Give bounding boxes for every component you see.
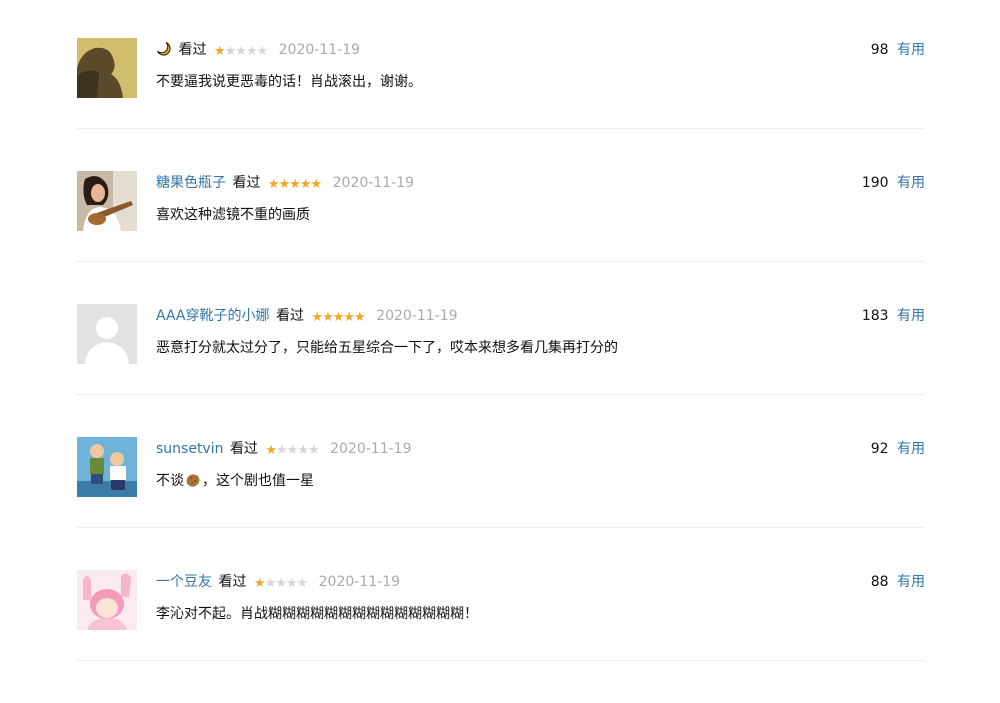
vote-area: 183 有用 xyxy=(862,306,925,326)
comment-item: 糖果色瓶子 看过 ★★★★★ 2020-11-19 190 有用 喜欢这种滤镜不… xyxy=(77,171,925,262)
star-empty-icon: ★ xyxy=(286,443,299,458)
rating-stars: ★★★★★ xyxy=(265,441,320,461)
star-filled-icon: ★ xyxy=(278,177,291,192)
star-filled-icon: ★ xyxy=(267,177,280,192)
rating-stars: ★★★★★ xyxy=(311,308,366,328)
vote-count: 190 xyxy=(861,175,889,191)
watched-status: 看过 xyxy=(229,441,258,457)
star-filled-icon: ★ xyxy=(343,310,355,325)
rating-stars: ★★★★★ xyxy=(253,574,309,594)
rating-stars: ★★★★★ xyxy=(213,42,269,62)
comment-date: 2020-11-19 xyxy=(330,441,412,457)
useful-button[interactable]: 有用 xyxy=(897,42,925,58)
comment-date: 2020-11-19 xyxy=(318,574,401,590)
comment-item: 看过 ★★★★★ 2020-11-19 98 有用 不要逼我说更恶毒的话！肖战滚… xyxy=(77,38,925,129)
star-empty-icon: ★ xyxy=(285,576,298,591)
avatar[interactable] xyxy=(77,38,137,98)
star-empty-icon: ★ xyxy=(224,44,237,59)
vote-area: 88 有用 xyxy=(871,572,925,592)
star-filled-icon: ★ xyxy=(310,177,323,192)
star-empty-icon: ★ xyxy=(275,576,287,591)
comment-text: 喜欢这种滤镜不重的画质 xyxy=(156,207,310,223)
comment-item: AAA穿靴子的小娜 看过 ★★★★★ 2020-11-19 183 有用 恶意打… xyxy=(77,304,925,395)
comment-item: sunsetvin 看过 ★★★★★ 2020-11-19 92 有用 不谈 ，这… xyxy=(77,437,925,528)
moon-icon xyxy=(156,41,171,56)
star-filled-icon: ★ xyxy=(322,310,334,325)
watched-status: 看过 xyxy=(232,175,261,191)
avatar[interactable] xyxy=(77,437,137,497)
comment-list: 看过 ★★★★★ 2020-11-19 98 有用 不要逼我说更恶毒的话！肖战滚… xyxy=(77,38,925,703)
vote-area: 190 有用 xyxy=(862,173,925,193)
star-filled-icon: ★ xyxy=(299,177,312,192)
vote-count: 183 xyxy=(861,308,889,324)
vote-count: 98 xyxy=(870,42,889,58)
comment-text: 不谈 ，这个剧也值一星 xyxy=(156,470,314,492)
comment-date: 2020-11-19 xyxy=(278,42,361,58)
useful-button[interactable]: 有用 xyxy=(897,175,925,191)
star-empty-icon: ★ xyxy=(308,443,320,458)
vote-area: 92 有用 xyxy=(871,439,925,459)
potato-emoji-icon xyxy=(186,474,200,487)
avatar[interactable] xyxy=(77,171,137,231)
star-filled-icon: ★ xyxy=(213,44,226,59)
watched-status: 看过 xyxy=(178,42,207,58)
watched-status: 看过 xyxy=(218,574,247,590)
star-empty-icon: ★ xyxy=(256,44,269,59)
username-link[interactable]: sunsetvin xyxy=(156,441,223,457)
vote-area: 98 有用 xyxy=(871,40,925,60)
star-filled-icon: ★ xyxy=(289,177,301,192)
vote-count: 92 xyxy=(870,441,889,457)
star-empty-icon: ★ xyxy=(264,576,277,591)
star-empty-icon: ★ xyxy=(276,443,288,458)
comment-meta: 看过 ★★★★★ 2020-11-19 xyxy=(156,40,360,60)
star-filled-icon: ★ xyxy=(332,310,345,325)
star-empty-icon: ★ xyxy=(297,443,309,458)
comment-text-start: 不谈 xyxy=(156,473,184,489)
star-filled-icon: ★ xyxy=(354,310,366,325)
username-link[interactable]: 糖果色瓶子 xyxy=(156,175,226,191)
comment-meta: 糖果色瓶子 看过 ★★★★★ 2020-11-19 xyxy=(156,173,414,193)
comment-text-end: ，这个剧也值一星 xyxy=(202,473,314,489)
comment-text: 恶意打分就太过分了，只能给五星综合一下了，哎本来想多看几集再打分的 xyxy=(156,340,618,356)
star-filled-icon: ★ xyxy=(253,576,266,591)
avatar[interactable] xyxy=(77,570,137,630)
comment-text: 不要逼我说更恶毒的话！肖战滚出，谢谢。 xyxy=(156,74,422,90)
useful-button[interactable]: 有用 xyxy=(897,574,925,590)
star-empty-icon: ★ xyxy=(235,44,247,59)
vote-count: 88 xyxy=(870,574,889,590)
comment-text: 李沁对不起。肖战糊糊糊糊糊糊糊糊糊糊糊糊糊糊！ xyxy=(156,606,478,622)
star-empty-icon: ★ xyxy=(245,44,258,59)
useful-button[interactable]: 有用 xyxy=(897,441,925,457)
comment-meta: 一个豆友 看过 ★★★★★ 2020-11-19 xyxy=(156,572,400,592)
star-filled-icon: ★ xyxy=(311,310,323,325)
comment-item: 一个豆友 看过 ★★★★★ 2020-11-19 88 有用 李沁对不起。肖战糊… xyxy=(77,570,925,661)
star-filled-icon: ★ xyxy=(265,443,277,458)
watched-status: 看过 xyxy=(275,308,304,324)
useful-button[interactable]: 有用 xyxy=(897,308,925,324)
default-avatar[interactable] xyxy=(77,304,137,364)
comment-date: 2020-11-19 xyxy=(332,175,415,191)
comment-meta: sunsetvin 看过 ★★★★★ 2020-11-19 xyxy=(156,439,412,459)
username-link[interactable]: AAA穿靴子的小娜 xyxy=(156,308,270,324)
comment-meta: AAA穿靴子的小娜 看过 ★★★★★ 2020-11-19 xyxy=(156,306,458,326)
rating-stars: ★★★★★ xyxy=(267,175,323,195)
comment-date: 2020-11-19 xyxy=(376,308,458,324)
star-empty-icon: ★ xyxy=(296,576,309,591)
username-link[interactable]: 一个豆友 xyxy=(156,574,212,590)
